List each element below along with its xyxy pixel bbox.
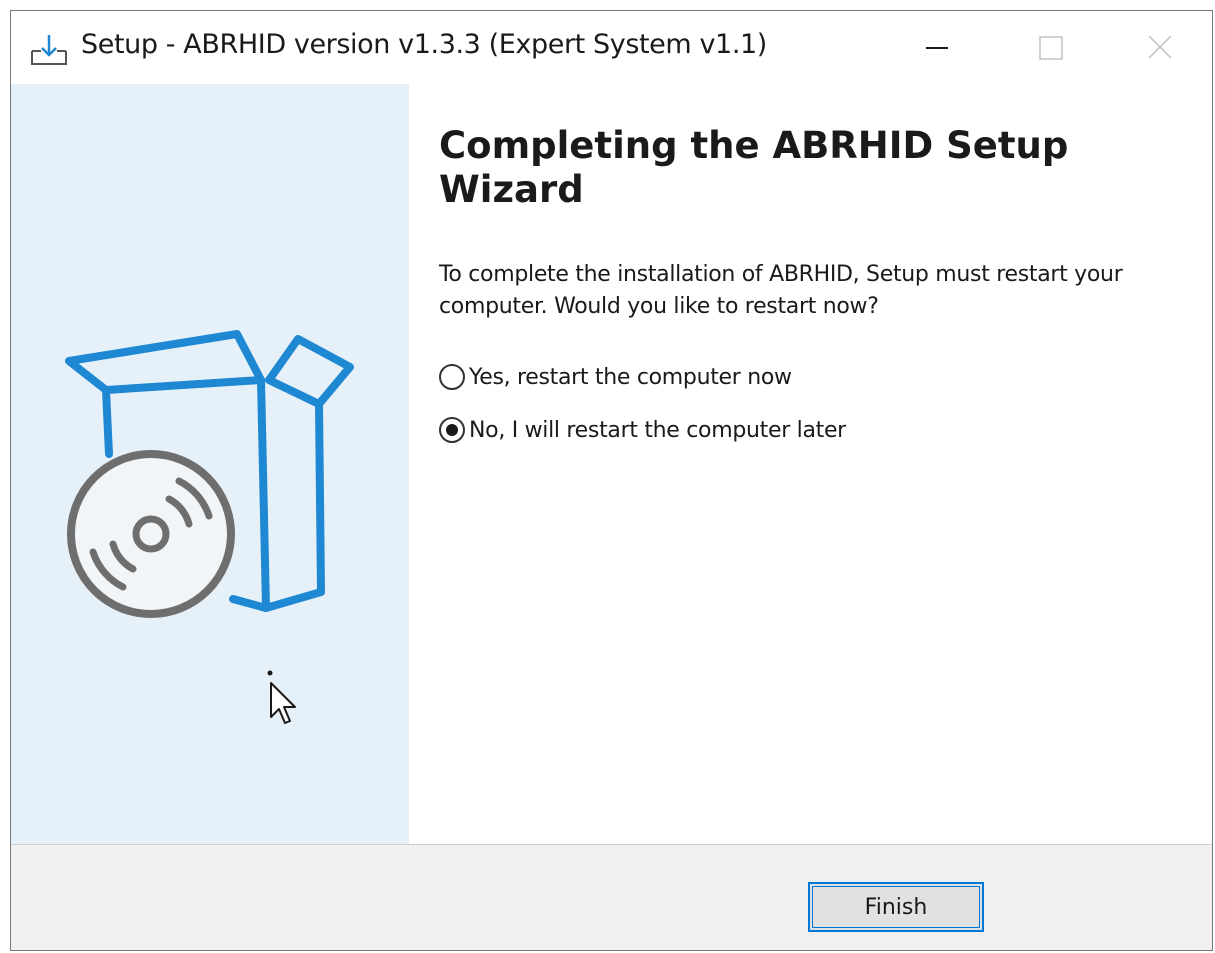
wizard-footer: Finish (11, 844, 1212, 950)
box-with-disc-icon (65, 330, 354, 618)
restart-now-label[interactable]: Yes, restart the computer now (469, 365, 792, 390)
restart-description: To complete the installation of ABRHID, … (439, 262, 1123, 319)
radio-unchecked-icon[interactable] (439, 364, 465, 390)
radio-checked-icon[interactable] (439, 417, 465, 443)
page-title: Completing the ABRHID Setup Wizard (439, 124, 1069, 211)
maximize-icon[interactable] (1022, 21, 1078, 73)
close-icon[interactable] (1131, 21, 1187, 73)
setup-download-icon (31, 35, 67, 65)
restart-later-option[interactable]: No, I will restart the computer later (439, 417, 846, 443)
setup-window: Setup - ABRHID version v1.3.3 (Expert Sy… (10, 10, 1213, 951)
minimize-icon[interactable] (909, 21, 965, 73)
wizard-side-panel (11, 84, 409, 844)
finish-button[interactable]: Finish (808, 882, 984, 932)
restart-now-option[interactable]: Yes, restart the computer now (439, 364, 792, 390)
title-bar[interactable]: Setup - ABRHID version v1.3.3 (Expert Sy… (11, 11, 1212, 84)
window-title: Setup - ABRHID version v1.3.3 (Expert Sy… (81, 29, 767, 60)
restart-later-label[interactable]: No, I will restart the computer later (469, 418, 846, 443)
wizard-content: Completing the ABRHID Setup Wizard To co… (409, 84, 1212, 844)
mouse-pointer-icon (267, 670, 296, 724)
